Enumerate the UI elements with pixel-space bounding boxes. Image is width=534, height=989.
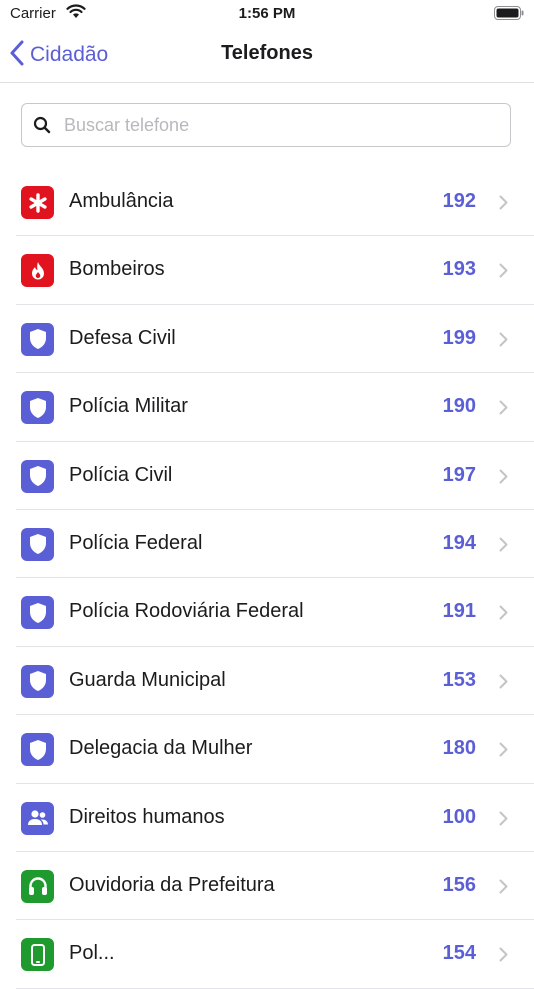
list-item-number: 180 <box>442 737 476 760</box>
list-item[interactable]: Bombeiros 193 <box>0 236 534 306</box>
list-item-label: Polícia Rodoviária Federal <box>69 600 304 623</box>
list-item-label: Delegacia da Mulher <box>69 737 253 760</box>
list-item[interactable]: Polícia Federal 194 <box>0 510 534 579</box>
list-item-label: Direitos humanos <box>69 805 225 828</box>
list-item[interactable]: Polícia Rodoviária Federal 191 <box>0 578 534 648</box>
search-icon <box>33 116 51 139</box>
list-item-number: 191 <box>442 600 476 623</box>
list-item[interactable]: Defesa Civil 199 <box>0 305 534 374</box>
list-item[interactable]: Delegacia da Mulher 180 <box>0 715 534 784</box>
chevron-right-icon <box>499 947 508 967</box>
list-item-number: 190 <box>442 395 476 418</box>
list-item-number: 154 <box>442 942 476 965</box>
list-item-number: 193 <box>442 258 476 281</box>
chevron-right-icon <box>499 263 508 283</box>
chevron-right-icon <box>499 400 508 420</box>
list-item[interactable]: Polícia Militar 190 <box>0 373 534 442</box>
battery-icon <box>494 6 524 20</box>
shield-icon <box>21 391 54 425</box>
list-item[interactable]: Pol... 154 <box>0 920 534 989</box>
status-time: 1:56 PM <box>238 5 296 22</box>
list-item[interactable]: Guarda Municipal 153 <box>0 647 534 716</box>
chevron-right-icon <box>499 469 508 489</box>
navigation-bar: Cidadão Telefones <box>0 28 534 83</box>
status-bar: Carrier 1:56 PM <box>0 0 534 28</box>
list-item[interactable]: Polícia Civil 197 <box>0 442 534 511</box>
chevron-right-icon <box>499 742 508 762</box>
phone-list: Ambulância 192 Bombeiros 193 Defesa Civil 199… <box>0 168 534 989</box>
list-item-label: Ambulância <box>69 190 174 212</box>
asterisk-icon <box>21 186 54 219</box>
shield-icon <box>21 733 54 767</box>
list-item-number: 199 <box>442 326 476 349</box>
list-item-label: Polícia Civil <box>69 463 173 486</box>
list-item[interactable]: Ambulância 192 <box>0 168 534 237</box>
chevron-right-icon <box>499 332 508 352</box>
list-item-label: Ouvidoria da Prefeitura <box>69 873 275 896</box>
list-item-number: 153 <box>442 668 476 691</box>
chevron-right-icon <box>499 537 508 557</box>
list-item-number: 194 <box>442 531 476 554</box>
chevron-right-icon <box>499 605 508 625</box>
headphones-icon <box>21 869 54 903</box>
fire-icon <box>21 254 54 288</box>
shield-icon <box>21 527 54 561</box>
search-box <box>21 103 511 147</box>
search-input[interactable] <box>62 104 506 147</box>
list-item-label: Pol... <box>69 942 115 965</box>
list-item-number: 156 <box>442 873 476 896</box>
page-title: Telefones <box>221 42 313 64</box>
chevron-right-icon <box>499 195 508 215</box>
list-item-label: Polícia Federal <box>69 531 203 554</box>
list-item-label: Bombeiros <box>69 258 165 281</box>
list-item[interactable]: Direitos humanos 100 <box>0 784 534 853</box>
list-item-label: Polícia Militar <box>69 395 188 418</box>
list-item-number: 197 <box>442 463 476 486</box>
people-icon <box>21 801 54 835</box>
phone-icon <box>21 938 54 972</box>
chevron-right-icon <box>499 811 508 831</box>
shield-icon <box>21 664 54 698</box>
list-item-label: Defesa Civil <box>69 326 176 349</box>
list-item[interactable]: Ouvidoria da Prefeitura 156 <box>0 852 534 921</box>
shield-icon <box>21 322 54 356</box>
shield-icon <box>21 459 54 493</box>
list-item-label: Guarda Municipal <box>69 668 226 691</box>
shield-icon <box>21 596 54 630</box>
list-item-number: 192 <box>442 190 476 212</box>
chevron-right-icon <box>499 674 508 694</box>
list-item-number: 100 <box>442 805 476 828</box>
chevron-right-icon <box>499 879 508 899</box>
